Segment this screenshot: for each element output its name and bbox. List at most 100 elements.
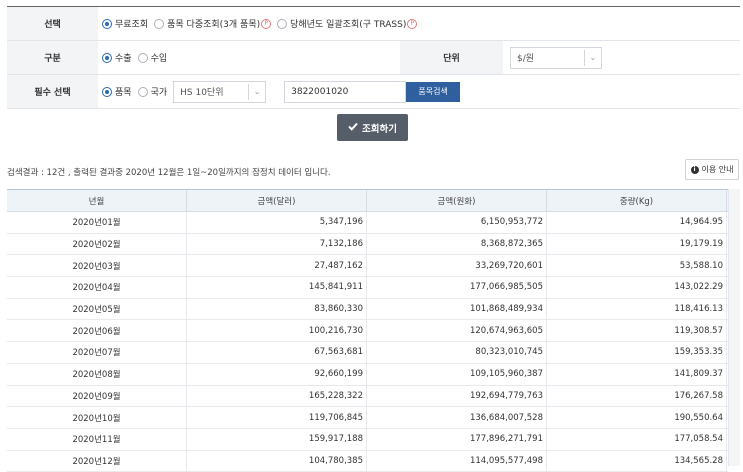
type-label: 구분 [7,41,98,74]
table-header: 년월 금액(달러) 금액(원화) 중량(Kg) [7,189,728,212]
item-search-button[interactable]: 품목검색 [406,81,461,102]
table-row: 2020년09월 165,228,322 192,694,779,763 176,26… [7,385,728,408]
cell-amount-krw: 8,368,872,365 [367,233,547,255]
form-row-required: 필수 선택 품목 국가 HS 10단위 ⌄ 3822001020 품목검색 [7,75,740,109]
form-row-type: 구분 수출 수입 단위 $/원 ⌄ [7,41,740,75]
cell-amount-krw: 114,095,577,498 [367,450,547,472]
item-code-input[interactable]: 3822001020 [284,80,407,103]
cell-month: 2020년11월 [7,428,187,450]
cell-weight: 14,964.95 [547,212,727,233]
required-options: 품목 국가 HS 10단위 ⌄ 3822001020 품목검색 [98,75,461,108]
form-row-select: 선택 무료조회 품목 다중조회(3개 품목) P 당해년도 일괄조회(구 TRA… [7,7,740,41]
table-row: 2020년10월 119,706,845 136,684,007,528 190,55… [7,407,728,429]
query-button-label: 조회하기 [362,123,397,135]
hs-unit-select[interactable]: HS 10단위 ⌄ [173,80,267,103]
table-row: 2020년01월 5,347,196 6,150,953,772 14,964.95 [7,212,728,234]
cell-amount-usd: 67,563,681 [187,342,367,363]
cell-weight: 53,588.10 [547,255,727,277]
cell-weight: 143,022.29 [547,277,727,298]
cell-amount-krw: 120,674,963,605 [367,320,547,342]
usage-guide-label: 이용 안내 [701,165,734,174]
cell-weight: 177,058.54 [547,428,727,450]
results-table: 년월 금액(달러) 금액(원화) 중량(Kg) 2020년01월 5,347,19… [7,189,728,472]
cell-month: 2020년12월 [7,450,187,472]
hs-select-value: HS 10단위 [180,88,224,98]
radio-circle[interactable] [137,52,148,63]
radio-circle[interactable] [154,18,165,29]
radio-circle[interactable] [277,18,288,29]
table-row: 2020년05월 83,860,330 101,868,489,934 118,416… [7,298,728,321]
result-summary: 검색결과 : 12건 , 출력된 결과중 2020년 12월은 1일~20일까지… [7,168,331,178]
radio-item[interactable]: 품목 [102,85,132,98]
radio-circle[interactable] [137,86,148,97]
cell-amount-krw: 6,150,953,772 [367,212,547,233]
radio-label: 당해년도 일괄조회(구 TRASS) [290,20,407,30]
cell-amount-usd: 159,917,188 [187,428,367,450]
radio-multi-item[interactable]: 품목 다중조회(3개 품목) P [154,17,272,30]
radio-circle[interactable] [102,18,112,29]
cell-month: 2020년02월 [7,233,187,255]
header-amount-usd[interactable]: 금액(달러) [187,190,367,211]
radio-circle[interactable] [102,86,112,97]
info-icon: i [690,165,699,174]
unit-select[interactable]: $/원 ⌄ [510,46,602,69]
cell-amount-usd: 83,860,330 [187,298,367,320]
radio-label: 품목 다중조회(3개 품목) [167,20,261,30]
cell-month: 2020년01월 [7,212,187,233]
header-weight[interactable]: 중량(Kg) [547,190,727,211]
radio-yearly-bulk[interactable]: 당해년도 일괄조회(구 TRASS) P [277,17,418,30]
unit-label: 단위 [400,41,503,74]
cell-weight: 118,416.13 [547,298,727,320]
cell-weight: 159,353.35 [547,342,727,363]
cell-amount-krw: 80,323,010,745 [367,342,547,363]
table-row: 2020년04월 145,841,911 177,066,985,505 143,02… [7,277,728,299]
table-row: 2020년11월 159,917,188 177,896,271,791 177,05… [7,428,728,451]
cell-amount-usd: 165,228,322 [187,385,367,407]
radio-export[interactable]: 수출 [102,51,132,64]
radio-import[interactable]: 수입 [137,51,167,64]
query-button[interactable]: 조회하기 [337,114,408,141]
table-row: 2020년07월 67,563,681 80,323,010,745 159,353.… [7,342,728,364]
cell-month: 2020년06월 [7,320,187,342]
usage-guide-button[interactable]: i 이용 안내 [685,159,739,180]
cell-month: 2020년07월 [7,342,187,363]
type-options: 수출 수입 [98,41,400,74]
header-amount-krw[interactable]: 금액(원화) [367,190,547,211]
radio-label: 수출 [115,54,132,64]
cell-month: 2020년08월 [7,363,187,385]
radio-circle[interactable] [102,52,112,63]
cell-weight: 190,550.64 [547,407,727,428]
unit-cell: $/원 ⌄ [503,41,602,74]
cell-amount-usd: 27,487,162 [187,255,367,277]
radio-label: 국가 [150,88,168,98]
cell-month: 2020년09월 [7,385,187,407]
radio-free-query[interactable]: 무료조회 [102,17,148,30]
table-row: 2020년02월 7,132,186 8,368,872,365 19,179.19 [7,233,728,256]
cell-month: 2020년05월 [7,298,187,320]
cell-month: 2020년03월 [7,255,187,277]
select-options: 무료조회 품목 다중조회(3개 품목) P 당해년도 일괄조회(구 TRASS)… [98,7,423,40]
cell-amount-krw: 101,868,489,934 [367,298,547,320]
cell-amount-krw: 177,896,271,791 [367,428,547,450]
cell-amount-usd: 92,660,199 [187,363,367,385]
chevron-down-icon[interactable]: ⌄ [248,83,265,100]
header-month[interactable]: 년월 [7,190,187,211]
cell-amount-usd: 104,780,385 [187,450,367,472]
cell-amount-krw: 136,684,007,528 [367,407,547,428]
cell-month: 2020년04월 [7,277,187,298]
radio-label: 무료조회 [115,20,149,30]
cell-amount-krw: 109,105,960,387 [367,363,547,385]
cell-weight: 141,809.37 [547,363,727,385]
radio-country[interactable]: 국가 [137,85,168,98]
required-label: 필수 선택 [7,75,98,108]
chevron-down-icon[interactable]: ⌄ [584,49,601,66]
unit-select-value: $/원 [517,54,535,64]
cell-amount-krw: 33,269,720,601 [367,255,547,277]
cell-weight: 134,565.28 [547,450,727,472]
cell-amount-usd: 5,347,196 [187,212,367,233]
table-scrollbar[interactable] [728,189,740,466]
table-row: 2020년12월 104,780,385 114,095,577,498 134,56… [7,450,728,472]
cell-amount-usd: 119,706,845 [187,407,367,428]
cell-amount-usd: 7,132,186 [187,233,367,255]
table-row: 2020년08월 92,660,199 109,105,960,387 141,809… [7,363,728,386]
